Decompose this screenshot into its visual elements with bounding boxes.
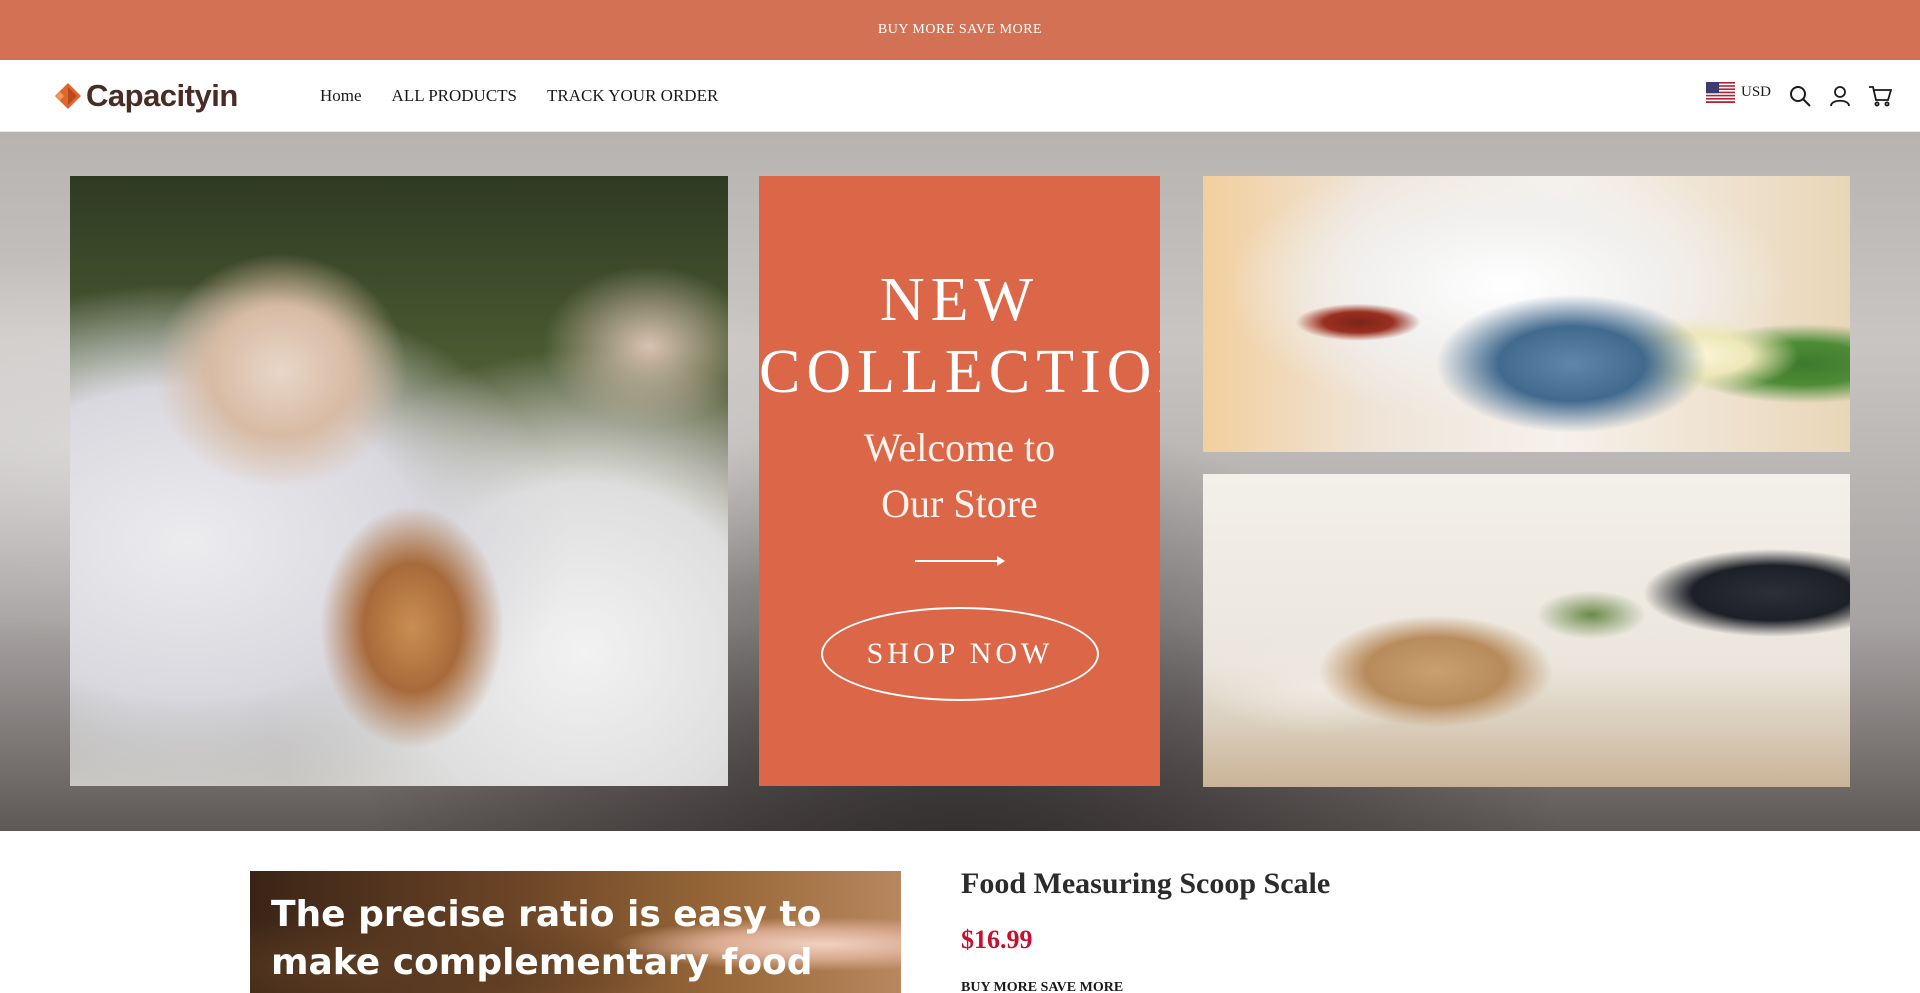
- promo-title: NEW COLLECTION: [759, 264, 1160, 408]
- nav-track-order[interactable]: TRACK YOUR ORDER: [547, 86, 718, 106]
- us-flag-icon: [1706, 82, 1735, 103]
- promo-subtitle-line1: Welcome to: [863, 425, 1056, 470]
- promo-title-line2: COLLECTION: [759, 338, 1160, 406]
- new-collection-promo: NEW COLLECTION Welcome to Our Store SHOP…: [759, 176, 1160, 786]
- currency-label: USD: [1741, 84, 1772, 100]
- promo-subtitle: Welcome to Our Store: [759, 420, 1160, 532]
- logo-text: Capacityin: [86, 78, 238, 113]
- promo-subtitle-line2: Our Store: [881, 481, 1038, 526]
- clothing-flatlay-photo: [1203, 176, 1850, 452]
- product-image[interactable]: The precise ratio is easy to make comple…: [250, 871, 901, 993]
- logo-mark-icon: [55, 83, 81, 109]
- currency-selector[interactable]: USD: [1706, 82, 1771, 103]
- product-title: Food Measuring Scoop Scale: [961, 867, 1331, 900]
- account-icon[interactable]: [1826, 82, 1854, 110]
- product-section: The precise ratio is easy to make comple…: [0, 831, 1920, 993]
- product-image-caption: The precise ratio is easy to make comple…: [271, 891, 821, 987]
- site-header: Capacityin Home ALL PRODUCTS TRACK YOUR …: [0, 60, 1920, 132]
- announcement-bar: BUY MORE SAVE MORE: [0, 0, 1920, 60]
- promo-title-line1: NEW: [879, 266, 1040, 334]
- announcement-text: BUY MORE SAVE MORE: [877, 22, 1043, 37]
- product-price: $16.99: [961, 925, 1033, 954]
- main-nav: Home ALL PRODUCTS TRACK YOUR ORDER: [320, 60, 718, 132]
- arrow-right-icon: [915, 556, 1005, 566]
- product-image-caption-line2: make complementary food: [271, 942, 813, 983]
- product-promo-note: BUY MORE SAVE MORE: [961, 980, 1124, 993]
- cart-icon[interactable]: [1866, 82, 1894, 110]
- nav-home[interactable]: Home: [320, 86, 362, 106]
- nav-all-products[interactable]: ALL PRODUCTS: [392, 86, 517, 106]
- logo[interactable]: Capacityin: [54, 76, 238, 116]
- home-office-photo: [1203, 474, 1850, 787]
- search-icon[interactable]: [1786, 82, 1814, 110]
- shop-now-button[interactable]: SHOP NOW: [821, 607, 1099, 701]
- family-dog-photo: [70, 176, 728, 786]
- hero-banner: NEW COLLECTION Welcome to Our Store SHOP…: [0, 132, 1920, 831]
- product-image-caption-line1: The precise ratio is easy to: [271, 894, 822, 935]
